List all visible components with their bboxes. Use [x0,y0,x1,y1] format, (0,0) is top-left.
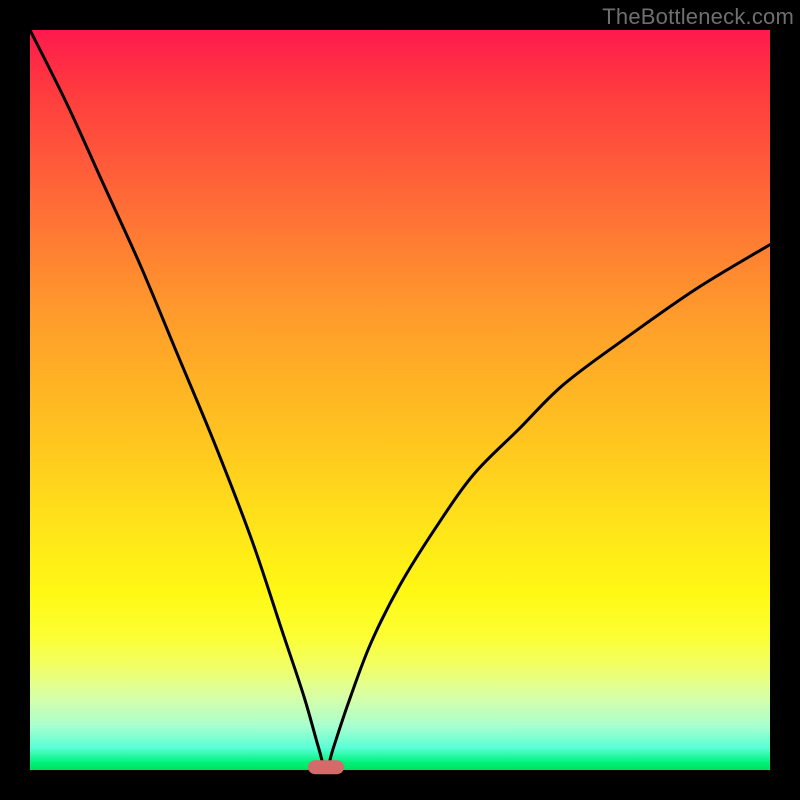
chart-frame: TheBottleneck.com [0,0,800,800]
curve-layer [30,30,770,770]
watermark-text: TheBottleneck.com [602,4,794,30]
bottleneck-curve [30,30,770,770]
chart-plot-area [30,30,770,770]
optimal-point-marker [308,760,344,774]
